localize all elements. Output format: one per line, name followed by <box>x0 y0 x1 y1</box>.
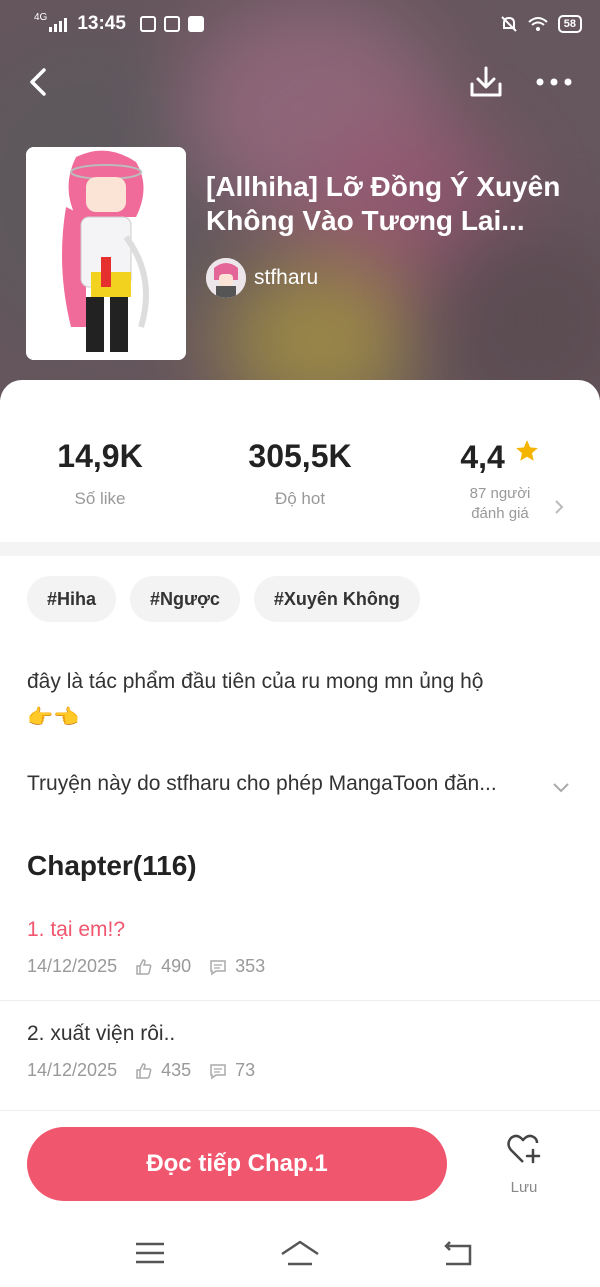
likes-count: 14,9K <box>57 438 143 474</box>
app-notification-icon <box>187 16 204 32</box>
tag-list: #Hiha #Ngược #Xuyên Không <box>27 576 420 622</box>
back-nav-icon[interactable] <box>438 1236 478 1270</box>
rating-count: 87 người <box>469 485 531 502</box>
tag-chip[interactable]: #Hiha <box>27 576 117 622</box>
hot-stat: 305,5K Độ hot <box>200 438 400 509</box>
rating-value: 4,4 <box>460 439 505 475</box>
menu-icon[interactable] <box>130 1236 170 1270</box>
tag-chip[interactable]: #Ngược <box>130 576 240 622</box>
chapter-title: 2. xuất viện rôi.. <box>27 1022 176 1045</box>
back-arrow-icon <box>30 68 46 96</box>
author-link[interactable]: stfharu <box>206 258 318 298</box>
save-label: Lưu <box>510 1179 538 1196</box>
like-icon <box>136 1062 152 1079</box>
chevron-right-icon[interactable] <box>552 498 566 516</box>
clock: 13:45 <box>77 13 126 34</box>
description: đây là tác phẩm đầu tiên của ru mong mn … <box>27 664 567 736</box>
comment-icon <box>210 959 226 975</box>
author-name: stfharu <box>254 266 319 289</box>
more-dots-icon <box>536 78 572 86</box>
like-icon <box>136 958 152 975</box>
chevron-down-icon[interactable] <box>550 776 572 798</box>
chapter-item[interactable]: 1. tại em!? 14/12/2025 490 353 <box>27 918 573 977</box>
section-divider <box>0 542 600 556</box>
rating-label: đánh giá <box>471 505 529 522</box>
tag-chip[interactable]: #Xuyên Không <box>253 576 420 622</box>
save-button[interactable]: Lưu <box>494 1132 554 1196</box>
mute-bell-icon <box>501 16 517 32</box>
chapter-title: 1. tại em!? <box>27 918 126 941</box>
battery-icon: 58 <box>557 15 582 33</box>
continue-reading-button[interactable]: Đọc tiếp Chap.1 <box>27 1127 447 1201</box>
chapter-likes: 490 <box>161 956 192 976</box>
comment-icon <box>210 1063 226 1079</box>
rating-stat[interactable]: 4,4 87 người đánh giá <box>400 438 600 524</box>
home-icon[interactable] <box>280 1236 320 1270</box>
notification-icon <box>163 16 180 32</box>
likes-label: Số like <box>74 489 126 508</box>
chapter-date: 14/12/2025 <box>27 956 118 976</box>
book-cover <box>26 147 186 360</box>
back-button[interactable] <box>22 62 62 102</box>
chapter-likes: 435 <box>161 1060 192 1080</box>
likes-stat: 14,9K Số like <box>0 438 200 509</box>
more-options-button[interactable] <box>534 62 574 102</box>
hot-label: Độ hot <box>274 489 326 508</box>
star-icon <box>515 440 538 461</box>
download-button[interactable] <box>466 62 506 102</box>
notification-icon <box>139 16 156 32</box>
avatar-icon <box>206 258 246 298</box>
status-bar: 4G 13:45 58 <box>0 0 600 48</box>
network-type: 4G <box>34 12 48 23</box>
chapters-heading: Chapter(116) <box>27 850 197 881</box>
permission-text[interactable]: Truyện này do stfharu cho phép MangaToon… <box>27 772 547 796</box>
signal-icon <box>49 18 68 32</box>
heart-plus-icon <box>507 1134 541 1164</box>
chapter-date: 14/12/2025 <box>27 1060 118 1080</box>
chapter-item[interactable]: 2. xuất viện rôi.. 14/12/2025 435 73 <box>27 1022 573 1081</box>
cover-illustration <box>26 147 186 360</box>
wifi-icon <box>528 17 548 31</box>
row-divider <box>0 1000 600 1001</box>
system-nav-bar <box>0 1220 600 1287</box>
chapter-comments: 73 <box>235 1060 256 1080</box>
description-text: đây là tác phẩm đầu tiên của ru mong mn … <box>27 670 484 693</box>
download-icon <box>470 66 502 97</box>
hot-count: 305,5K <box>248 438 352 474</box>
chapter-comments: 353 <box>235 956 266 976</box>
author-avatar <box>206 258 246 298</box>
description-emoji: 👉👈 <box>27 706 80 729</box>
book-title: [Allhiha] Lỡ Đồng Ý Xuyên Không Vào Tươn… <box>206 171 561 236</box>
